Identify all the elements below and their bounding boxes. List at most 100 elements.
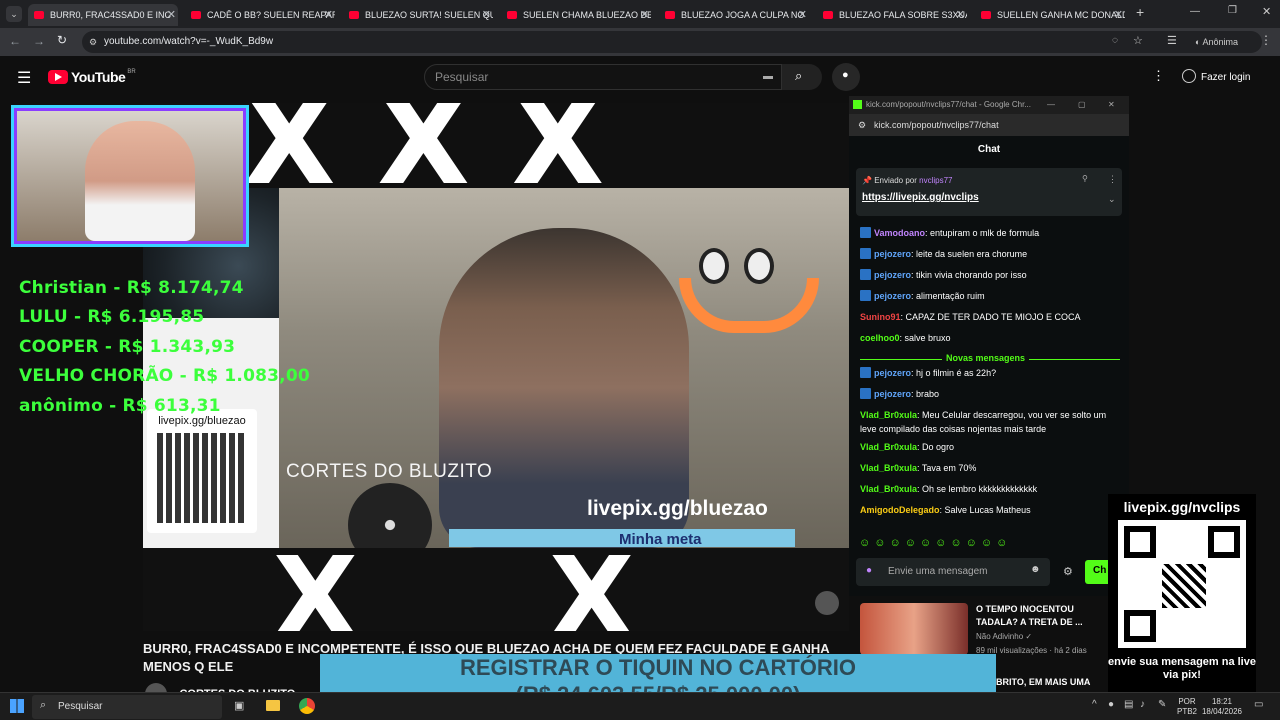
youtube-favicon-icon	[981, 11, 991, 19]
youtube-favicon-icon	[34, 11, 44, 19]
tray-chevron-icon[interactable]: ^	[1092, 699, 1097, 710]
close-tab-icon[interactable]: ✕	[640, 8, 649, 21]
restore-window-button[interactable]: ❐	[1228, 5, 1237, 16]
microphone-tray-icon[interactable]: ●	[1108, 699, 1114, 710]
close-tab-icon[interactable]: ✕	[482, 8, 491, 21]
expand-chevron-icon[interactable]: ⌄	[1108, 194, 1116, 205]
tab-5[interactable]: BLUEZAO FALA SOBRE S3XUAL ✕	[817, 4, 967, 26]
chat-input[interactable]: ● Envie uma mensagem ☻	[856, 558, 1050, 586]
windows-start-icon[interactable]	[10, 699, 24, 713]
reload-icon[interactable]: ↻	[57, 33, 67, 47]
tab-search-dropdown[interactable]: ⌄	[6, 6, 22, 22]
chat-username[interactable]: Vamodoano	[874, 228, 925, 238]
keyboard-icon[interactable]: ▬	[763, 65, 773, 89]
incognito-profile[interactable]: ◐ Anônima	[1195, 37, 1238, 47]
verified-icon: ✓	[1025, 632, 1033, 641]
popup-close-button[interactable]: ✕	[1108, 96, 1115, 114]
chat-username[interactable]: pejozero	[874, 270, 911, 280]
chat-username[interactable]: Vlad_Br0xula	[860, 442, 917, 452]
file-explorer-icon[interactable]	[266, 700, 280, 711]
livepix-overlay-text: livepix.gg/bluezao	[587, 497, 768, 520]
tab-4[interactable]: BLUEZAO JOGA A CULPA NO ✕	[659, 4, 809, 26]
chat-text: Tava em 70%	[921, 463, 977, 473]
clock[interactable]: 18:21 18/04/2026	[1200, 697, 1244, 717]
pinned-user: nvclips77	[919, 176, 953, 185]
chat-username[interactable]: pejozero	[874, 368, 911, 378]
search-input[interactable]: Pesquisar ▬	[424, 64, 782, 90]
donor-2: LULU - R$ 6.195,85	[19, 307, 205, 327]
site-info-icon[interactable]: ⚙	[858, 114, 866, 136]
minimize-window-button[interactable]: —	[1190, 6, 1200, 17]
close-window-button[interactable]: ✕	[1262, 5, 1271, 18]
emoji-icon[interactable]: ☻	[1030, 564, 1041, 575]
pinned-link[interactable]: https://livepix.gg/nvclips	[862, 192, 979, 203]
rec-title[interactable]: O TEMPO INOCENTOU TADALA? A TRETA DE ...	[976, 603, 1094, 629]
new-tab-button[interactable]: +	[1136, 4, 1144, 20]
close-tab-icon[interactable]: ✕	[798, 8, 807, 21]
tab-label: BLUEZAO SURTA! SUELEN QUE	[365, 10, 493, 20]
region-code: BR	[127, 69, 136, 75]
lang-code: POR	[1178, 697, 1196, 706]
close-tab-icon[interactable]: ✕	[324, 8, 333, 21]
close-tab-icon[interactable]: ✕	[1114, 8, 1123, 21]
eye-off-icon[interactable]: ◌	[1112, 35, 1118, 46]
address-bar[interactable]: ⚙ youtube.com/watch?v=-_WudK_Bd9w	[82, 31, 1262, 53]
bookmark-star-icon[interactable]: ☆	[1133, 34, 1143, 47]
webcam-overlay	[14, 108, 246, 244]
chat-header: Chat	[977, 144, 1001, 155]
chat-username[interactable]: pejozero	[874, 249, 911, 259]
reading-list-icon[interactable]: ☰	[1167, 34, 1177, 47]
chat-username[interactable]: pejozero	[874, 389, 911, 399]
settings-menu-icon[interactable]: ⋮	[1152, 68, 1165, 84]
voice-search-button[interactable]: ●	[832, 63, 860, 91]
browser-tab-bar: ⌄ BURR0, FRAC4SSAD0 E INC ✕ CADÊ O BB? SU…	[0, 0, 1280, 28]
browser-menu-icon[interactable]: ⋮	[1260, 33, 1272, 47]
clock-time: 18:21	[1211, 697, 1233, 706]
chat-username[interactable]: Vlad_Br0xula	[860, 484, 917, 494]
rec-channel[interactable]: Não Adivinho	[976, 632, 1023, 641]
youtube-logo[interactable]: YouTube BR	[48, 69, 136, 85]
more-icon[interactable]: ⋮	[1108, 174, 1117, 185]
tab-0[interactable]: BURR0, FRAC4SSAD0 E INC ✕	[28, 4, 178, 26]
chat-settings-icon[interactable]: ⚙	[1063, 565, 1073, 578]
back-icon[interactable]: ←	[9, 34, 21, 48]
hamburger-menu-icon[interactable]: ☰	[17, 68, 31, 88]
forward-icon[interactable]: →	[33, 34, 45, 48]
popup-minimize-button[interactable]: —	[1047, 96, 1055, 114]
donor-5: anônimo - R$ 613,31	[19, 396, 221, 416]
pinned-label: Enviado por	[874, 176, 917, 185]
chat-username[interactable]: AmigodoDelegado	[860, 505, 940, 515]
browser-toolbar: ← → ↻ ⚙ youtube.com/watch?v=-_WudK_Bd9w …	[0, 28, 1280, 56]
chat-message: Vamodoano: entupiram o mlk de formula	[860, 226, 1122, 240]
tab-3[interactable]: SUELEN CHAMA BLUEZAO DE ✕	[501, 4, 651, 26]
unpin-icon[interactable]: ⚲	[1082, 174, 1088, 183]
popup-maximize-button[interactable]: ▢	[1078, 96, 1086, 114]
chrome-icon[interactable]	[299, 698, 315, 714]
task-view-icon[interactable]: ▣	[234, 699, 244, 712]
taskbar-search[interactable]: ⌕ Pesquisar	[32, 695, 222, 719]
subscriber-badge-icon	[860, 269, 871, 280]
tab-1[interactable]: CADÊ O BB? SUELEN REAPARE ✕	[185, 4, 335, 26]
pen-icon[interactable]: ✎	[1158, 699, 1166, 710]
notifications-icon[interactable]: ▭	[1254, 699, 1263, 710]
chat-username[interactable]: coelhoo0	[860, 333, 900, 343]
chat-username[interactable]: Vlad_Br0xula	[860, 463, 917, 473]
chat-username[interactable]: Sunino91	[860, 312, 901, 322]
network-icon[interactable]: ▤	[1124, 699, 1133, 710]
recommended-video-2-title[interactable]: BRITO, EM MAIS UMA	[996, 677, 1090, 687]
subscriber-badge-icon	[860, 367, 871, 378]
tab-2[interactable]: BLUEZAO SURTA! SUELEN QUE ✕	[343, 4, 493, 26]
site-info-icon[interactable]: ⚙	[89, 31, 97, 53]
chat-username[interactable]: pejozero	[874, 291, 911, 301]
close-tab-icon[interactable]: ✕	[956, 8, 965, 21]
tab-6[interactable]: SUELLEN GANHA MC DONALD ✕	[975, 4, 1125, 26]
chat-username[interactable]: Vlad_Br0xula	[860, 410, 917, 420]
login-button[interactable]: Fazer login	[1182, 69, 1250, 83]
clock-date: 18/04/2026	[1201, 707, 1243, 716]
search-button[interactable]: ⌕	[782, 64, 822, 90]
pinned-message[interactable]: 📌 Enviado por nvclips77 https://livepix.…	[856, 168, 1122, 216]
volume-icon[interactable]: ♪	[1140, 699, 1145, 710]
close-tab-icon[interactable]: ✕	[167, 8, 176, 21]
input-language[interactable]: POR PTB2	[1177, 697, 1197, 717]
rec-thumbnail	[860, 603, 968, 655]
